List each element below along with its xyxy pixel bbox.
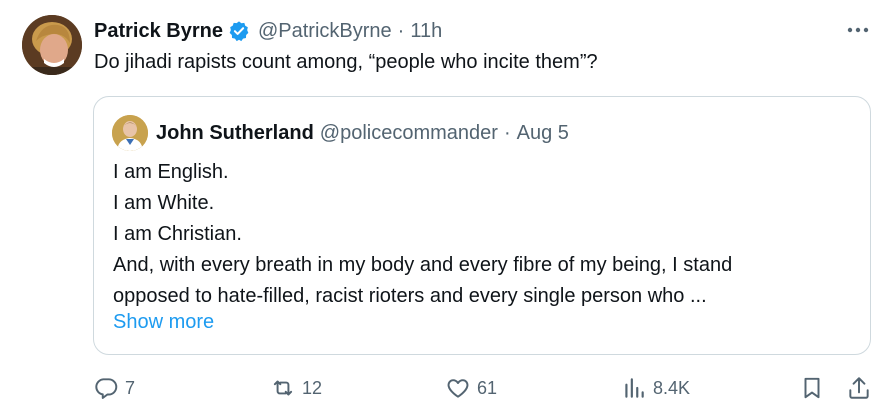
like-count: 61	[477, 377, 498, 398]
quoted-line: And, with every breath in my body and ev…	[113, 254, 733, 276]
verified-badge-icon	[228, 20, 250, 42]
view-count: 8.4K	[653, 377, 691, 398]
quoted-tweet-header: John Sutherland @policecommander · Aug 5	[156, 119, 569, 147]
quoted-author-name: John Sutherland	[156, 121, 314, 144]
share-icon	[849, 377, 869, 399]
quoted-author-photo	[112, 115, 148, 151]
action-bar: 7 12 61 8.4K	[0, 372, 886, 404]
more-options-button[interactable]	[844, 18, 872, 42]
quoted-line: I am Christian.	[113, 223, 242, 245]
analytics-icon	[625, 378, 644, 398]
repost-button[interactable]: 12	[270, 372, 322, 404]
author-photo	[22, 15, 82, 75]
quoted-tweet[interactable]: John Sutherland @policecommander · Aug 5…	[93, 96, 871, 355]
share-button[interactable]	[846, 372, 872, 404]
quoted-tweet-text: I am English. I am White. I am Christian…	[113, 157, 732, 312]
author-handle[interactable]: @PatrickByrne	[258, 20, 392, 43]
tweet-text: Do jihadi rapists count among, “people w…	[94, 51, 598, 73]
views-button[interactable]: 8.4K	[621, 372, 690, 404]
heart-icon	[447, 379, 469, 398]
reply-count: 7	[125, 377, 136, 398]
reply-icon	[95, 378, 118, 399]
tweet[interactable]: Patrick Byrne @PatrickByrne · 11h Do jih…	[0, 0, 886, 418]
more-dots-icon	[847, 27, 869, 33]
bookmark-icon	[804, 377, 820, 399]
quoted-line: I am English.	[113, 161, 229, 183]
quoted-tweet-date: Aug 5	[516, 121, 569, 144]
quoted-line: I am White.	[113, 192, 215, 214]
tweet-time[interactable]: 11h	[410, 20, 442, 43]
like-button[interactable]: 61	[445, 372, 497, 404]
author-avatar[interactable]	[22, 15, 82, 75]
repost-count: 12	[302, 377, 323, 398]
reply-button[interactable]: 7	[93, 372, 135, 404]
tweet-header: Patrick Byrne @PatrickByrne · 11h	[94, 17, 442, 45]
author-name[interactable]: Patrick Byrne	[94, 20, 223, 43]
quoted-author-avatar[interactable]	[112, 115, 148, 151]
quoted-author-handle: @policecommander	[319, 121, 498, 144]
quoted-meta-separator: ·	[503, 121, 511, 144]
show-more-link[interactable]: Show more	[113, 308, 214, 336]
repost-icon	[273, 380, 293, 396]
meta-separator: ·	[397, 19, 405, 42]
bookmark-button[interactable]	[799, 372, 825, 404]
